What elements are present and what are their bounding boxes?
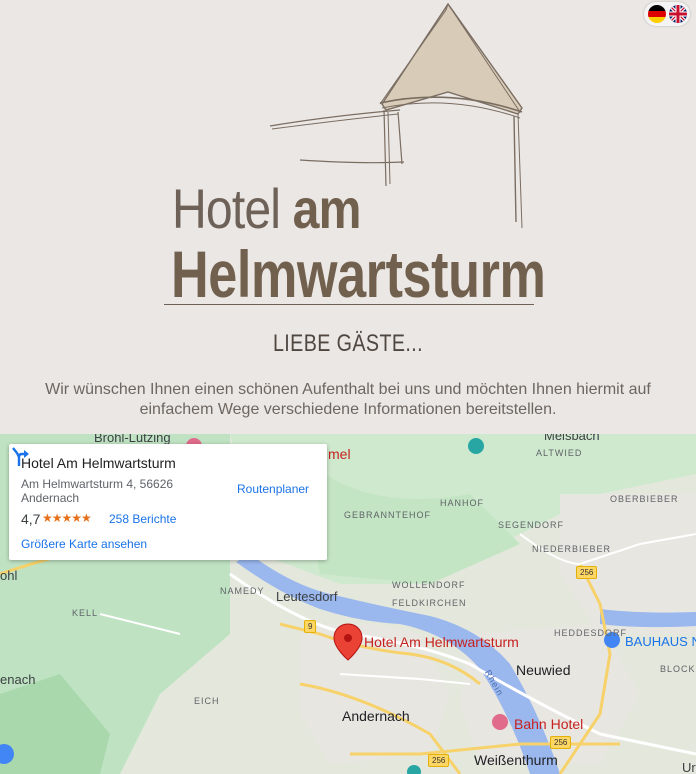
map-label-ur: Ur [682, 760, 696, 774]
road-shield-256: 256 [428, 754, 450, 767]
google-map[interactable]: Brohl-Lützing mel Melsbach ALTWIED OBERB… [0, 434, 696, 774]
language-switcher[interactable] [644, 2, 690, 26]
larger-map-link[interactable]: Größere Karte ansehen [21, 537, 147, 551]
map-label-weissenthurm: Weißenthurm [474, 752, 558, 768]
logo-title-line1: Hotel am [172, 176, 361, 241]
greeting-heading: LIEBE GÄSTE... [272, 330, 424, 357]
map-label-feldkirchen: FELDKIRCHEN [392, 598, 467, 608]
directions-button[interactable]: Routenplaner [237, 482, 309, 496]
map-label-mel: mel [328, 446, 351, 462]
map-label-hanhof: HANHOF [440, 498, 484, 508]
map-label-andernach: Andernach [342, 708, 410, 724]
map-pin-label[interactable]: Hotel Am Helmwartsturm [364, 634, 519, 650]
map-label-block: BLOCK [660, 664, 696, 674]
reviews-link[interactable]: 258 Berichte [109, 512, 176, 526]
uk-flag-icon[interactable] [669, 5, 687, 23]
map-label-bauhaus[interactable]: BAUHAUS N [625, 634, 696, 649]
directions-icon[interactable] [9, 444, 33, 468]
map-label-oberbieber: OBERBIEBER [610, 494, 679, 504]
map-label-kell: KELL [72, 608, 99, 618]
star-rating-icon: ★★★★★ [42, 511, 92, 525]
road-shield-9: 9 [304, 620, 317, 633]
place-info-card: Hotel Am Helmwartsturm Am Helmwartsturm … [9, 444, 327, 560]
map-label-gebranntehof: GEBRANNTEHOF [344, 510, 432, 520]
map-label-neuwied: Neuwied [516, 662, 571, 678]
german-flag-icon[interactable] [648, 5, 666, 23]
map-label-segendorf: SEGENDORF [498, 520, 565, 530]
map-label-ohl: ohl [0, 568, 18, 583]
map-label-namedy: NAMEDY [220, 586, 265, 596]
hotel-header: Hotel am Helmwartsturm LIEBE GÄSTE... Wi… [0, 0, 696, 434]
place-rating: 4,7 [21, 511, 41, 527]
logo-hotel-word: Hotel [172, 177, 281, 240]
map-label-wollendorf: WOLLENDORF [392, 580, 466, 590]
intro-text: Wir wünschen Ihnen einen schönen Aufenth… [45, 381, 651, 418]
map-label-melsbach: Melsbach [544, 434, 600, 443]
logo-title-line2: Helmwartsturm [171, 237, 546, 311]
map-label-heddesdorf: HEDDESDORF [554, 628, 628, 638]
map-label-enach: enach [0, 672, 36, 687]
road-shield-256: 256 [576, 566, 598, 579]
map-label-eich: EICH [194, 696, 220, 706]
map-label-niederbieber: NIEDERBIEBER [532, 544, 612, 554]
logo-am-word: am [292, 177, 362, 240]
place-address: Am Helmwartsturm 4, 56626 Andernach [21, 477, 174, 505]
map-label-altwied: ALTWIED [536, 448, 583, 458]
map-label-leutesdorf: Leutesdorf [276, 589, 338, 604]
place-title: Hotel Am Helmwartsturm [21, 455, 176, 471]
road-shield-256: 256 [550, 736, 572, 749]
logo-divider [164, 304, 534, 305]
map-label-bahn-hotel[interactable]: Bahn Hotel [514, 716, 583, 732]
